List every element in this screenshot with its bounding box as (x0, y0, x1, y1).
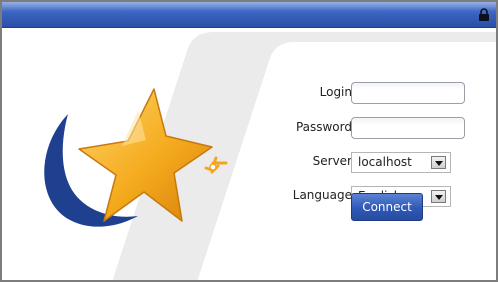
login-window: Login Password Server localhost Language… (0, 0, 498, 282)
server-row: Server localhost (232, 151, 472, 175)
server-label: Server (312, 154, 352, 168)
server-select[interactable]: localhost (351, 152, 451, 173)
password-label: Password (295, 120, 352, 134)
language-label: Language (292, 188, 352, 202)
password-input[interactable] (351, 117, 465, 139)
login-input[interactable] (351, 82, 465, 104)
chevron-down-icon[interactable] (431, 156, 446, 169)
connect-button[interactable]: Connect (351, 193, 423, 221)
login-form: Login Password Server localhost Language… (2, 2, 496, 280)
login-row: Login (232, 82, 472, 106)
password-row: Password (232, 117, 472, 141)
login-label: Login (319, 85, 352, 99)
server-value: localhost (358, 155, 412, 169)
chevron-down-icon[interactable] (431, 190, 446, 203)
